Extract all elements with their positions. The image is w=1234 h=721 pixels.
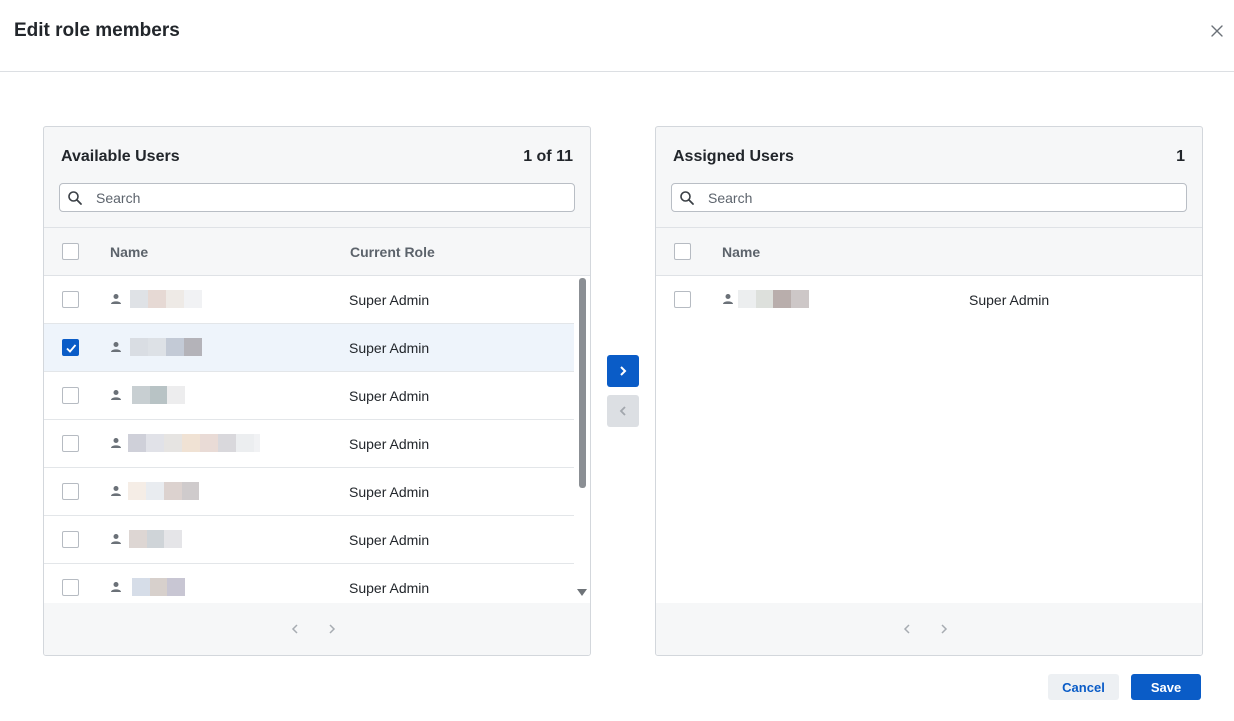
previous-page-button[interactable] — [899, 621, 915, 637]
user-role: Super Admin — [349, 484, 430, 500]
user-role: Super Admin — [349, 388, 430, 404]
row-checkbox[interactable] — [62, 531, 79, 548]
assigned-table-header: Name — [656, 227, 1202, 276]
select-all-available-checkbox[interactable] — [62, 243, 79, 260]
select-all-assigned-checkbox[interactable] — [674, 243, 691, 260]
row-checkbox[interactable] — [62, 387, 79, 404]
column-header-name[interactable]: Name — [110, 244, 148, 260]
table-row[interactable]: Super Admin — [656, 276, 1186, 324]
avatar — [132, 578, 185, 596]
table-row[interactable]: Super Admin — [44, 372, 574, 420]
next-page-button[interactable] — [936, 621, 952, 637]
user-role: Super Admin — [349, 340, 430, 356]
avatar — [132, 386, 185, 404]
save-button[interactable]: Save — [1131, 674, 1201, 700]
user-icon — [111, 390, 121, 400]
avatar — [128, 434, 260, 452]
dialog-title: Edit role members — [14, 20, 180, 41]
assigned-users-title: Assigned Users — [673, 148, 794, 165]
user-icon — [111, 582, 121, 592]
assigned-users-list: Super Admin — [656, 276, 1202, 603]
row-checkbox[interactable] — [62, 339, 79, 356]
move-to-assigned-button[interactable] — [607, 355, 639, 387]
move-to-available-button[interactable] — [607, 395, 639, 427]
available-list-scrollbar[interactable] — [574, 276, 590, 603]
assigned-search-input[interactable] — [708, 184, 1178, 211]
close-icon — [1211, 25, 1223, 37]
chevron-right-icon — [620, 366, 627, 376]
user-icon — [111, 342, 121, 352]
table-row[interactable]: Super Admin — [44, 468, 574, 516]
cancel-button[interactable]: Cancel — [1048, 674, 1119, 700]
user-icon — [723, 294, 733, 304]
available-users-title: Available Users — [61, 148, 180, 165]
table-row[interactable]: Super Admin — [44, 324, 574, 372]
table-row[interactable]: Super Admin — [44, 420, 574, 468]
user-role: Super Admin — [349, 292, 430, 308]
chevron-right-icon — [329, 624, 336, 634]
chevron-left-icon — [291, 624, 298, 634]
table-row[interactable]: Super Admin — [44, 276, 574, 324]
user-role: Super Admin — [349, 580, 430, 596]
assigned-users-count: 1 — [1176, 148, 1185, 165]
check-icon — [66, 344, 77, 353]
assigned-pagination — [656, 603, 1202, 655]
user-icon — [111, 534, 121, 544]
dialog-header: Edit role members — [0, 0, 1234, 72]
user-role: Super Admin — [969, 292, 1050, 308]
next-page-button[interactable] — [324, 621, 340, 637]
column-header-current-role[interactable]: Current Role — [350, 244, 435, 260]
chevron-right-icon — [941, 624, 948, 634]
row-checkbox[interactable] — [62, 435, 79, 452]
chevron-left-icon — [619, 406, 626, 416]
available-users-panel: Available Users 1 of 11 Name Current Rol… — [43, 126, 591, 656]
scrollbar-thumb[interactable] — [579, 278, 586, 488]
avatar — [128, 482, 199, 500]
table-row[interactable]: Super Admin — [44, 564, 574, 603]
close-button[interactable] — [1207, 21, 1227, 41]
table-row[interactable]: Super Admin — [44, 516, 574, 564]
scroll-down-arrow-icon[interactable] — [577, 589, 587, 596]
avatar — [738, 290, 809, 308]
user-role: Super Admin — [349, 436, 430, 452]
row-checkbox[interactable] — [62, 291, 79, 308]
assigned-search — [671, 183, 1187, 212]
avatar — [129, 530, 182, 548]
user-icon — [111, 294, 121, 304]
avatar — [130, 290, 202, 308]
avatar — [130, 338, 202, 356]
search-icon — [680, 191, 694, 205]
user-role: Super Admin — [349, 532, 430, 548]
row-checkbox[interactable] — [674, 291, 691, 308]
available-pagination — [44, 603, 590, 655]
available-table-header: Name Current Role — [44, 227, 590, 276]
row-checkbox[interactable] — [62, 483, 79, 500]
search-icon — [68, 191, 82, 205]
available-search — [59, 183, 575, 212]
available-search-input[interactable] — [96, 184, 566, 211]
user-icon — [111, 486, 121, 496]
column-header-name[interactable]: Name — [722, 244, 760, 260]
available-users-count: 1 of 11 — [523, 148, 573, 165]
chevron-left-icon — [903, 624, 910, 634]
row-checkbox[interactable] — [62, 579, 79, 596]
available-users-list: Super Admin Super Admin Super Admin Supe… — [44, 276, 590, 603]
user-icon — [111, 438, 121, 448]
previous-page-button[interactable] — [287, 621, 303, 637]
assigned-users-panel: Assigned Users 1 Name Super Admin — [655, 126, 1203, 656]
